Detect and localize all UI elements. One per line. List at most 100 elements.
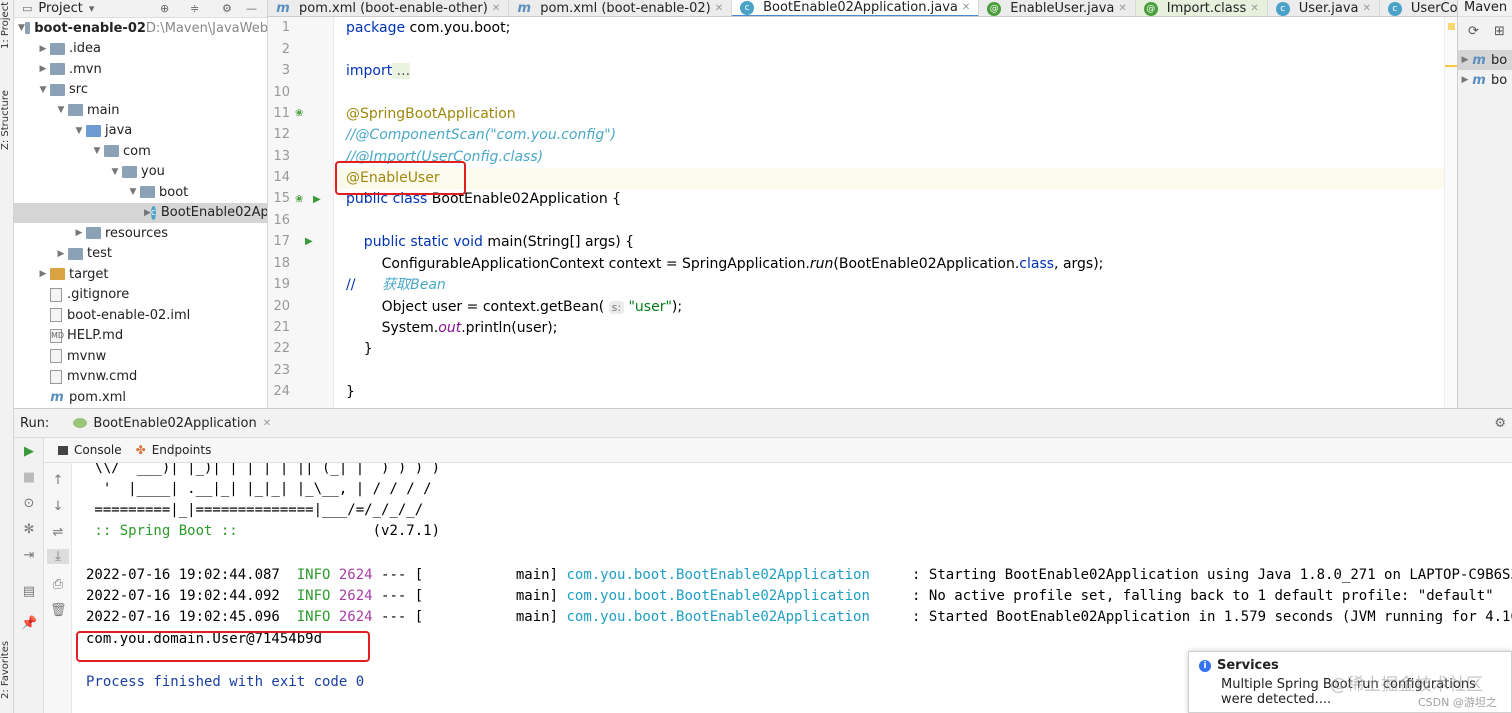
maven-project-item[interactable]: ▶ m bo: [1458, 50, 1512, 70]
code-editor[interactable]: 1 2 3 10 11 12 13 14 15 16 17 18 19 20 21 22 23 24 ❀ ❀ ▶ …: [268, 17, 1457, 408]
globe-icon[interactable]: ⊕: [160, 2, 169, 15]
inspection-indicator[interactable]: [1448, 23, 1455, 30]
settings-gear-icon[interactable]: ⚙: [1494, 416, 1506, 431]
markdown-file-icon: MD: [50, 328, 64, 343]
expand-arrow-icon[interactable]: ▶: [72, 228, 86, 238]
tab-userconfig-java[interactable]: cUserConfig.java✕: [1380, 0, 1457, 16]
tree-item--gitignore[interactable]: .gitignore: [14, 285, 267, 305]
tree-item-mvnw-cmd[interactable]: mvnw.cmd: [14, 367, 267, 387]
close-icon[interactable]: ✕: [1118, 3, 1126, 14]
tree-item-label: resources: [105, 225, 169, 241]
editor-scrollbar[interactable]: [1444, 17, 1457, 408]
tab-pom-xml-boot-enable-02-[interactable]: m pom.xml (boot-enable-02) ✕: [509, 0, 733, 16]
trash-icon[interactable]: 🗑: [50, 603, 67, 618]
expand-arrow-icon[interactable]: ▼: [72, 126, 86, 136]
tab-enableuser-java[interactable]: @ EnableUser.java ✕: [979, 0, 1136, 16]
expand-arrow-icon[interactable]: ▶: [36, 64, 50, 74]
maven-project-item[interactable]: ▶ m bo: [1458, 70, 1512, 90]
exit-icon[interactable]: ⇥: [21, 548, 37, 563]
file-icon: [50, 287, 62, 302]
refresh-icon[interactable]: ⟳: [1468, 24, 1479, 39]
camera-icon[interactable]: ⊙: [21, 496, 37, 511]
print-icon[interactable]: ⎙: [50, 577, 66, 592]
code-line-24: }: [346, 384, 355, 400]
close-icon[interactable]: ✕: [263, 418, 271, 429]
line-number: 21: [273, 320, 290, 335]
expand-arrow-icon[interactable]: ▼: [126, 187, 140, 197]
pin-icon[interactable]: 📌: [21, 616, 37, 631]
expand-arrow-icon[interactable]: ▶: [36, 269, 50, 279]
tree-item-boot-enable-02-iml[interactable]: boot-enable-02.iml: [14, 305, 267, 325]
watermark: @稀土掘金技术社区: [1330, 675, 1483, 695]
collapse-icon[interactable]: ≑: [190, 2, 199, 15]
tree-item-com[interactable]: ▼ com: [14, 141, 267, 161]
run-icon[interactable]: ▶: [313, 194, 321, 205]
run-tool-header: Run: BootEnable02Application ✕ ⚙: [14, 408, 1512, 438]
banner-line: ' |____| .__|_| |_|_| |_\__, | / / / /: [86, 481, 432, 497]
tree-item-you[interactable]: ▼ you: [14, 162, 267, 182]
expand-arrow-icon[interactable]: ▼: [90, 146, 104, 156]
run-icon[interactable]: ▶: [305, 236, 313, 247]
tree-item--mvn[interactable]: ▶ .mvn: [14, 59, 267, 79]
scroll-end-icon[interactable]: ⤓: [47, 549, 69, 564]
tab-pom-xml-boot-enable-other-[interactable]: m pom.xml (boot-enable-other) ✕: [268, 0, 510, 16]
tab-import-class[interactable]: @ Import.class ✕: [1135, 0, 1268, 16]
code-line-21: System.out.println(user);: [346, 320, 558, 336]
gear-icon[interactable]: ⚙: [222, 2, 232, 15]
marker-stripe[interactable]: [1445, 65, 1457, 67]
expand-arrow-icon[interactable]: ▼: [54, 105, 68, 115]
stop-icon[interactable]: ■: [21, 470, 37, 485]
tab-user-java[interactable]: c User.java ✕: [1268, 0, 1380, 16]
dropdown-icon[interactable]: ▾: [89, 2, 95, 15]
expand-arrow-icon[interactable]: ▼: [36, 85, 50, 95]
layout-icon[interactable]: ▤: [21, 584, 37, 599]
expand-arrow-icon[interactable]: ▶: [144, 208, 151, 218]
tree-item-resources[interactable]: ▶ resources: [14, 223, 267, 243]
endpoints-tab[interactable]: ✤ Endpoints: [136, 443, 212, 457]
console-tab[interactable]: Console: [58, 443, 122, 457]
down-arrow-icon[interactable]: ↓: [50, 499, 66, 514]
expand-arrow-icon[interactable]: ▼: [18, 23, 25, 33]
tab-bootenable02application-java[interactable]: c BootEnable02Application.java ✕: [732, 0, 980, 16]
tree-item-boot[interactable]: ▼ boot: [14, 182, 267, 202]
tree-item-bootenable02application[interactable]: ▶c BootEnable02Application: [14, 202, 267, 223]
tree-item-java[interactable]: ▼ java: [14, 121, 267, 141]
expand-arrow-icon[interactable]: ▼: [108, 167, 122, 177]
project-tool-button[interactable]: 1: Project: [0, 0, 14, 50]
close-icon[interactable]: ✕: [1250, 3, 1258, 14]
close-icon[interactable]: ✕: [1363, 3, 1371, 14]
up-arrow-icon[interactable]: ↑: [50, 473, 66, 488]
debug-icon[interactable]: ✻: [21, 522, 37, 537]
rerun-icon[interactable]: ▶: [21, 444, 37, 459]
tree-item-help-md[interactable]: MD HELP.md: [14, 326, 267, 346]
tree-item-mvnw[interactable]: mvnw: [14, 346, 267, 366]
run-config-tab[interactable]: BootEnable02Application: [93, 416, 256, 431]
close-icon[interactable]: ✕: [492, 3, 500, 14]
tree-item-test[interactable]: ▶ test: [14, 244, 267, 264]
favorites-tool-button[interactable]: 2: Favorites: [0, 630, 14, 710]
maven-panel: Maven ⟳ ⊞ ▶ m bo ▶ m bo: [1457, 0, 1512, 408]
close-icon[interactable]: ✕: [715, 3, 723, 14]
spring-bean-icon[interactable]: ❀: [295, 108, 303, 119]
tree-item-src[interactable]: ▼ src: [14, 80, 267, 100]
line-number: 11: [273, 106, 290, 121]
tree-item-main[interactable]: ▼ main: [14, 100, 267, 120]
structure-tool-button[interactable]: Z: Structure: [0, 80, 14, 160]
close-icon[interactable]: ✕: [962, 2, 970, 13]
add-icon[interactable]: ⊞: [1494, 24, 1505, 39]
maven-title[interactable]: Maven: [1458, 0, 1512, 17]
expand-arrow-icon[interactable]: ▶: [54, 249, 68, 259]
expand-arrow-icon[interactable]: ▶: [36, 44, 50, 54]
line-number: 10: [273, 85, 290, 100]
minimize-icon[interactable]: —: [246, 2, 257, 15]
tree-item-pom-xml[interactable]: m pom.xml: [14, 387, 267, 407]
code-line-22: }: [346, 341, 373, 357]
tree-item-boot-enable-02[interactable]: ▼ boot-enable-02 D:\Maven\JavaWeb: [14, 18, 267, 38]
project-title[interactable]: Project: [38, 1, 82, 16]
soft-wrap-icon[interactable]: ⇌: [50, 525, 66, 540]
tree-item--idea[interactable]: ▶ .idea: [14, 39, 267, 59]
tree-item-target[interactable]: ▶ target: [14, 264, 267, 284]
folded-imports[interactable]: ...: [392, 63, 411, 79]
java-class-icon: c: [740, 0, 755, 15]
spring-bean-icon[interactable]: ❀: [295, 194, 303, 205]
